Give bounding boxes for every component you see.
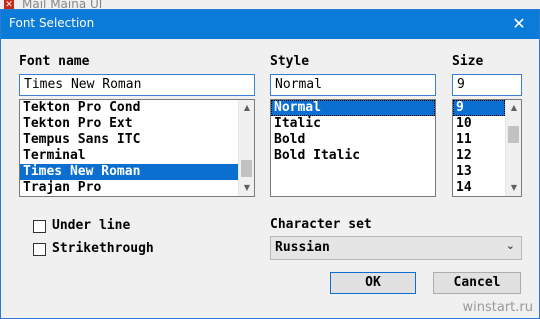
chevron-down-icon[interactable]: ⌄ (506, 239, 515, 252)
scroll-down-arrow-icon[interactable]: ▼ (239, 180, 254, 196)
list-item[interactable]: Tempus Sans ITC (20, 132, 238, 148)
underline-checkbox[interactable]: Under line (33, 218, 183, 236)
list-item[interactable]: Normal (271, 100, 435, 116)
list-item[interactable]: Italic (271, 116, 435, 132)
list-item[interactable]: 11 (453, 132, 505, 148)
list-item[interactable]: 10 (453, 116, 505, 132)
character-set-value: Russian (275, 240, 330, 255)
list-item[interactable]: 14 (453, 180, 505, 196)
checkbox-box[interactable] (33, 220, 46, 233)
watermark: winstart.ru (462, 300, 533, 315)
close-icon[interactable]: ✕ (509, 14, 529, 34)
scroll-up-arrow-icon[interactable]: ▲ (239, 100, 254, 116)
underline-label: Under line (52, 218, 131, 233)
size-list[interactable]: 9 10 11 12 13 14 ▲ ▼ (452, 99, 522, 197)
size-label: Size (452, 54, 484, 69)
font-selection-dialog: Font Selection ✕ Font name Times New Rom… (0, 9, 540, 319)
strikethrough-checkbox[interactable]: Strikethrough (33, 241, 183, 259)
scrollbar-thumb[interactable] (241, 160, 252, 177)
list-item[interactable]: Tekton Pro Ext (20, 116, 238, 132)
checkbox-box[interactable] (33, 243, 46, 256)
strikethrough-label: Strikethrough (52, 241, 154, 256)
list-item[interactable]: Bold Italic (271, 148, 435, 164)
list-item[interactable]: 13 (453, 164, 505, 180)
list-item[interactable]: Terminal (20, 148, 238, 164)
scrollbar-thumb[interactable] (508, 126, 519, 143)
font-name-input[interactable]: Times New Roman (19, 74, 255, 96)
list-item[interactable]: Trajan Pro (20, 180, 238, 196)
cancel-button[interactable]: Cancel (433, 272, 521, 294)
style-list[interactable]: Normal Italic Bold Bold Italic (270, 99, 436, 197)
font-name-label: Font name (19, 54, 90, 69)
style-label: Style (270, 54, 310, 69)
list-item[interactable]: 12 (453, 148, 505, 164)
list-item[interactable]: Bold (271, 132, 435, 148)
dialog-title: Font Selection (9, 16, 95, 30)
style-input[interactable]: Normal (270, 74, 436, 96)
font-list-scrollbar[interactable]: ▲ ▼ (238, 100, 254, 196)
list-item[interactable]: Times New Roman (20, 164, 238, 180)
dialog-titlebar: Font Selection ✕ (1, 10, 539, 39)
list-item[interactable]: Tekton Pro Cond (20, 100, 238, 116)
size-input[interactable]: 9 (452, 74, 522, 96)
ok-button[interactable]: OK (330, 272, 416, 294)
character-set-label: Character set (270, 217, 372, 232)
scroll-down-arrow-icon[interactable]: ▼ (506, 180, 521, 196)
list-item[interactable]: 9 (453, 100, 505, 116)
scroll-up-arrow-icon[interactable]: ▲ (506, 100, 521, 116)
size-list-scrollbar[interactable]: ▲ ▼ (505, 100, 521, 196)
character-set-select[interactable]: Russian ⌄ (270, 236, 522, 260)
font-name-list[interactable]: Tekton Pro Cond Tekton Pro Ext Tempus Sans… (19, 99, 255, 197)
